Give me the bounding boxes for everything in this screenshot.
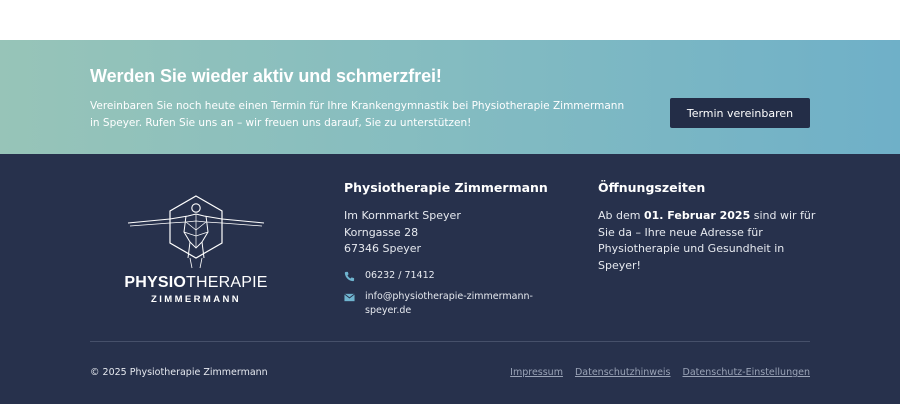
email-address: info@physiotherapie-zimmermann-speyer.de: [365, 291, 533, 316]
logo[interactable]: PHYSIOTHERAPIE ZIMMERMANN: [120, 192, 272, 308]
logo-word-bold: PHYSIO: [124, 274, 187, 291]
legal-links: Impressum Datenschutzhinweis Datenschutz…: [510, 367, 810, 378]
opening-date: 01. Februar 2025: [643, 209, 751, 222]
top-blank-area: [0, 0, 900, 40]
logo-word-regular: THERAPIE: [186, 274, 268, 291]
cta-banner: Werden Sie wieder aktiv und schmerzfrei!…: [0, 40, 900, 154]
envelope-icon: [344, 293, 355, 302]
appointment-button[interactable]: Termin vereinbaren: [670, 98, 810, 128]
opening-hours-heading: Öffnungszeiten: [598, 180, 706, 195]
opening-hours-column: Öffnungszeiten Ab dem 01. Februar 2025 s…: [598, 180, 818, 274]
address-line-1: Im Kornmarkt Speyer: [344, 209, 461, 222]
link-impressum[interactable]: Impressum: [510, 367, 563, 378]
opening-hours-text: Ab dem 01. Februar 2025 sind wir für Sie…: [598, 208, 818, 274]
link-datenschutzhinweis[interactable]: Datenschutzhinweis: [575, 367, 671, 378]
footer-divider: [90, 341, 810, 342]
cta-title: Werden Sie wieder aktiv und schmerzfrei!: [90, 66, 442, 86]
copyright: © 2025 Physiotherapie Zimmermann: [90, 367, 268, 378]
phone-number: 06232 / 71412: [365, 270, 435, 281]
footer: PHYSIOTHERAPIE ZIMMERMANN Physiotherapie…: [0, 154, 900, 404]
link-datenschutz-einstellungen[interactable]: Datenschutz-Einstellungen: [683, 367, 810, 378]
address-heading: Physiotherapie Zimmermann: [344, 180, 548, 195]
logo-wordmark: PHYSIOTHERAPIE: [120, 274, 272, 292]
human-figure-hexagon-icon: [127, 195, 265, 269]
phone-icon: [344, 271, 355, 282]
cta-text: Vereinbaren Sie noch heute einen Termin …: [90, 100, 625, 129]
opening-hours-prefix: Ab dem: [598, 209, 644, 222]
address-line-2: Korngasse 28: [344, 225, 419, 239]
logo-subline: ZIMMERMANN: [151, 294, 241, 305]
address-column: Physiotherapie Zimmermann Im Kornmarkt S…: [344, 180, 564, 316]
address-line-3: 67346 Speyer: [344, 242, 422, 255]
phone-row[interactable]: 06232 / 71412: [344, 269, 535, 283]
email-row[interactable]: info@physiotherapie-zimmermann-speyer.de: [344, 290, 535, 318]
